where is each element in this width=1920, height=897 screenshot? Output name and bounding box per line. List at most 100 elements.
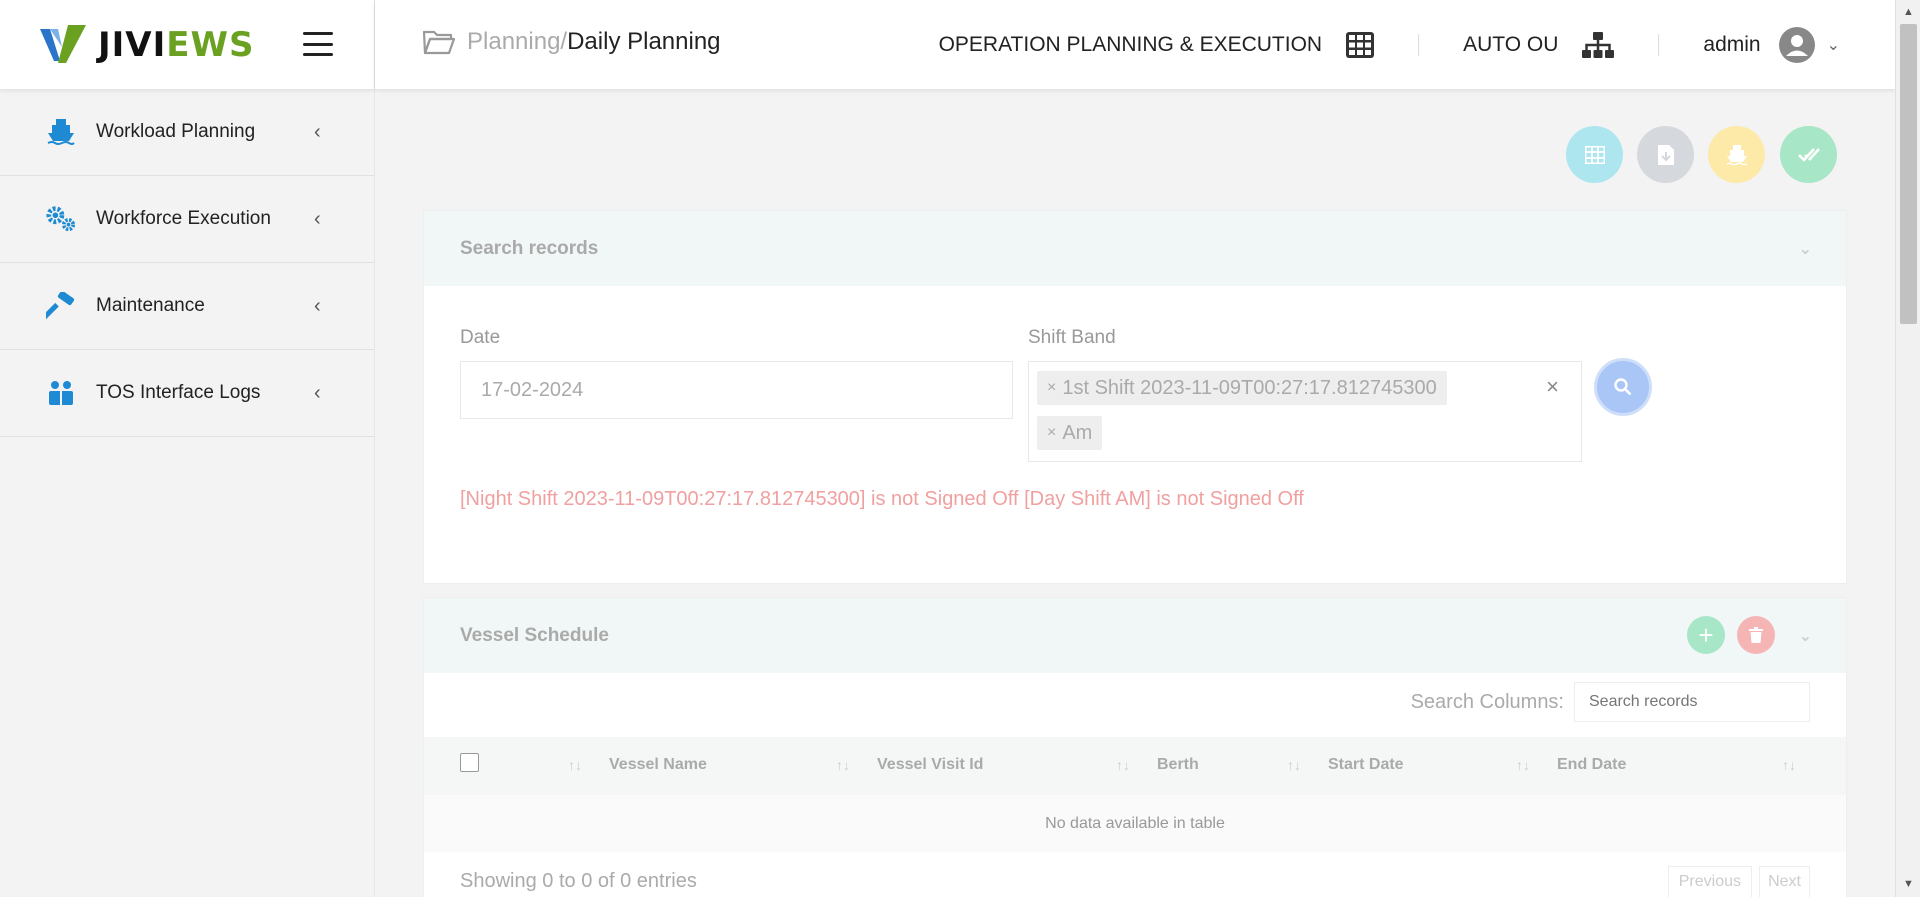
chevron-down-icon: ⌄ bbox=[1826, 36, 1840, 54]
shift-tag[interactable]: × Am bbox=[1037, 416, 1103, 450]
breadcrumb-current: Daily Planning bbox=[567, 28, 721, 55]
col-berth[interactable]: Berth bbox=[1157, 756, 1199, 774]
chevron-left-icon: ‹ bbox=[314, 294, 321, 317]
col-start-date[interactable]: Start Date bbox=[1328, 756, 1404, 774]
scroll-down-arrow-icon[interactable]: ▼ bbox=[1903, 878, 1914, 890]
shift-band-select[interactable]: × 1st Shift 2023-11-09T00:27:17.81274530… bbox=[1028, 361, 1582, 462]
divider bbox=[1658, 33, 1660, 56]
next-page-button[interactable]: Next bbox=[1759, 866, 1810, 897]
breadcrumb-parent[interactable]: Planning bbox=[467, 28, 560, 56]
sidebar-item-tos-interface-logs[interactable]: TOS Interface Logs ‹ bbox=[0, 350, 374, 437]
column-search: Search Columns: bbox=[1411, 682, 1810, 722]
search-button[interactable] bbox=[1594, 358, 1652, 416]
users-box-icon bbox=[46, 378, 76, 408]
shift-tag[interactable]: × 1st Shift 2023-11-09T00:27:17.81274530… bbox=[1037, 371, 1447, 405]
ship-icon bbox=[46, 117, 76, 147]
select-all-checkbox[interactable] bbox=[460, 753, 479, 772]
folder-open-icon bbox=[423, 30, 455, 55]
brand-name: JIVIEWS bbox=[98, 25, 254, 65]
sign-off-button[interactable] bbox=[1780, 126, 1837, 183]
table-empty-row: No data available in table bbox=[424, 795, 1846, 852]
card-title: Search records bbox=[460, 237, 599, 259]
empty-table-message: No data available in table bbox=[1045, 814, 1225, 832]
table-header-row: ↑↓ Vessel Name ↑↓ Vessel Visit Id ↑↓ Ber… bbox=[424, 737, 1846, 795]
previous-page-button[interactable]: Previous bbox=[1667, 866, 1752, 897]
column-search-input[interactable] bbox=[1574, 682, 1810, 722]
chevron-left-icon: ‹ bbox=[314, 120, 321, 143]
breadcrumb: Planning / Daily Planning bbox=[423, 28, 721, 56]
sidebar-item-maintenance[interactable]: Maintenance ‹ bbox=[0, 263, 374, 350]
plus-icon: + bbox=[1698, 620, 1714, 650]
topbar: Planning / Daily Planning OPERATION PLANNI… bbox=[375, 0, 1895, 89]
grid-icon bbox=[1346, 31, 1375, 58]
double-check-icon bbox=[1797, 147, 1820, 162]
sidebar-item-workload-planning[interactable]: Workload Planning ‹ bbox=[0, 89, 374, 176]
table-footer: Showing 0 to 0 of 0 entries Previous Nex… bbox=[424, 852, 1846, 897]
org-unit-selector[interactable]: AUTO OU bbox=[1463, 31, 1615, 58]
date-input[interactable]: 17-02-2024 bbox=[460, 361, 1013, 419]
add-vessel-button[interactable]: + bbox=[1687, 616, 1725, 654]
col-vessel-visit-id[interactable]: Vessel Visit Id bbox=[877, 756, 983, 774]
search-records-header[interactable]: Search records ⌄ bbox=[424, 211, 1846, 286]
topbar-right: OPERATION PLANNING & EXECUTION AUTO OU a… bbox=[939, 0, 1895, 89]
chevron-down-icon[interactable]: ⌄ bbox=[1799, 239, 1812, 259]
entries-info: Showing 0 to 0 of 0 entries bbox=[460, 870, 697, 892]
shift-band-label: Shift Band bbox=[1028, 327, 1116, 348]
module-name: OPERATION PLANNING & EXECUTION bbox=[938, 32, 1323, 56]
main-content: Search records ⌄ Date 17-02-2024 Shift B… bbox=[375, 89, 1895, 897]
org-unit-name: AUTO OU bbox=[1463, 32, 1559, 56]
sort-icon[interactable]: ↑↓ bbox=[836, 757, 850, 773]
divider bbox=[1418, 33, 1420, 56]
table-icon bbox=[1584, 145, 1605, 164]
search-records-card: Search records ⌄ Date 17-02-2024 Shift B… bbox=[423, 210, 1847, 584]
sidebar-item-label: Maintenance bbox=[96, 295, 205, 316]
col-end-date[interactable]: End Date bbox=[1557, 756, 1626, 774]
remove-tag-icon[interactable]: × bbox=[1047, 424, 1056, 442]
gears-icon bbox=[46, 204, 76, 234]
ship-icon bbox=[1726, 144, 1747, 165]
hamburger-menu-button[interactable] bbox=[303, 32, 333, 56]
vessel-schedule-header[interactable]: Vessel Schedule + ⌄ bbox=[424, 598, 1846, 673]
user-name: admin bbox=[1703, 32, 1761, 56]
date-label: Date bbox=[460, 327, 501, 348]
sort-icon[interactable]: ↑↓ bbox=[1782, 757, 1796, 773]
module-selector[interactable]: OPERATION PLANNING & EXECUTION bbox=[938, 31, 1375, 58]
col-vessel-name[interactable]: Vessel Name bbox=[609, 756, 707, 774]
user-avatar-icon bbox=[1778, 26, 1815, 63]
shift-tag-label: Am bbox=[1062, 421, 1093, 444]
search-columns-label: Search Columns: bbox=[1410, 690, 1564, 713]
user-menu[interactable]: admin ⌄ bbox=[1703, 26, 1840, 63]
vessel-button[interactable] bbox=[1708, 126, 1765, 183]
sidebar: JIVIEWS Workload Planning ‹ Workforce Ex… bbox=[0, 0, 375, 897]
clear-selection-icon[interactable]: × bbox=[1546, 374, 1559, 400]
sort-icon[interactable]: ↑↓ bbox=[1116, 757, 1130, 773]
breadcrumb-separator: / bbox=[560, 28, 568, 55]
brand-name-part1: JIVI bbox=[98, 24, 167, 65]
logo-icon bbox=[40, 24, 86, 63]
sidebar-item-label: Workload Planning bbox=[96, 121, 256, 142]
scrollbar-thumb[interactable] bbox=[1900, 24, 1917, 324]
chevron-down-icon[interactable]: ⌄ bbox=[1799, 626, 1812, 646]
sort-icon[interactable]: ↑↓ bbox=[1516, 757, 1530, 773]
brand-name-part2: EWS bbox=[166, 24, 255, 65]
vessel-schedule-card: Vessel Schedule + ⌄ Search Columns: ↑↓ V… bbox=[423, 597, 1847, 897]
export-button[interactable] bbox=[1637, 126, 1694, 183]
signoff-error-message: [Night Shift 2023-11-09T00:27:17.8127453… bbox=[460, 488, 1304, 510]
card-title: Vessel Schedule bbox=[460, 624, 609, 646]
table-view-button[interactable] bbox=[1566, 126, 1623, 183]
sidebar-item-label: TOS Interface Logs bbox=[96, 382, 261, 403]
chevron-left-icon: ‹ bbox=[314, 381, 321, 404]
sidebar-item-label: Workforce Execution bbox=[96, 208, 271, 229]
hammer-icon bbox=[46, 291, 76, 321]
sidebar-item-workforce-execution[interactable]: Workforce Execution ‹ bbox=[0, 176, 374, 263]
file-download-icon bbox=[1657, 144, 1674, 165]
sort-icon[interactable]: ↑↓ bbox=[568, 757, 582, 773]
scroll-up-arrow-icon[interactable]: ▲ bbox=[1903, 6, 1914, 18]
search-icon bbox=[1614, 378, 1632, 396]
sort-icon[interactable]: ↑↓ bbox=[1287, 757, 1301, 773]
remove-tag-icon[interactable]: × bbox=[1047, 379, 1056, 397]
vertical-scrollbar[interactable]: ▲ ▼ bbox=[1895, 0, 1920, 897]
sidebar-menu: Workload Planning ‹ Workforce Execution … bbox=[0, 89, 374, 437]
delete-vessel-button[interactable] bbox=[1737, 616, 1775, 654]
trash-icon bbox=[1749, 627, 1763, 643]
